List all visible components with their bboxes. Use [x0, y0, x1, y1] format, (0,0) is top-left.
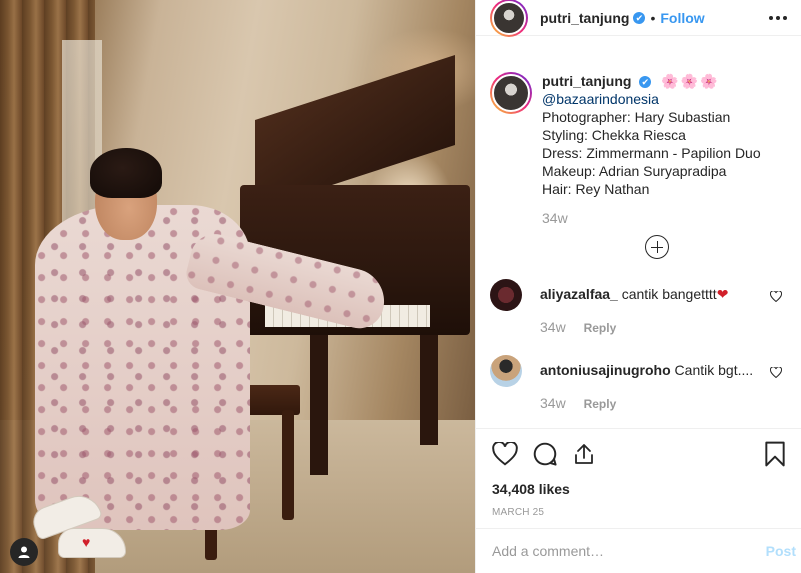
photo-shoe-heart: ♥: [82, 534, 91, 550]
tagged-user-button[interactable]: [10, 538, 38, 566]
comment-text: Cantik bgt....: [674, 362, 754, 378]
caption-line-photographer: Photographer: Hary Subastian: [542, 109, 731, 125]
post-actions: 34,408 likes MARCH 25: [476, 428, 801, 528]
caption-author-avatar[interactable]: [490, 72, 532, 114]
comment-icon[interactable]: [532, 441, 558, 467]
follow-button[interactable]: Follow: [660, 10, 704, 26]
caption: putri_tanjung ✔ 🌸🌸🌸 @bazaarindonesia Pho…: [490, 72, 786, 198]
more-options-icon[interactable]: [769, 15, 787, 20]
reply-button[interactable]: Reply: [584, 321, 617, 335]
add-comment-bar: Post: [476, 528, 801, 573]
bookmark-icon[interactable]: [764, 441, 786, 467]
caption-line-dress: Dress: Zimmermann - Papilion Duo: [542, 145, 761, 161]
likes-count[interactable]: 34,408 likes: [492, 481, 786, 497]
comment-time: 34w: [540, 395, 566, 411]
author-avatar[interactable]: [490, 0, 528, 37]
load-more-comments-icon[interactable]: [645, 235, 669, 259]
photo-piano-leg: [420, 335, 438, 445]
action-bar: [492, 439, 786, 469]
comment-text: cantik bangetttt: [621, 286, 717, 302]
user-icon: [18, 546, 30, 558]
caption-text: putri_tanjung ✔ 🌸🌸🌸 @bazaarindonesia Pho…: [542, 72, 761, 198]
reply-button[interactable]: Reply: [584, 397, 617, 411]
caption-time: 34w: [542, 210, 568, 226]
verified-badge-icon: ✔: [639, 76, 652, 89]
comment-body: aliyazalfaa_ cantik bangetttt❤: [540, 279, 728, 303]
comment-meta: 34w Reply: [540, 319, 728, 335]
like-heart-icon[interactable]: [492, 442, 518, 466]
post-comment-button[interactable]: Post: [766, 543, 796, 559]
post-photo[interactable]: ♥: [0, 0, 475, 573]
post-header: putri_tanjung ✔ • Follow: [476, 0, 801, 37]
like-comment-heart-icon[interactable]: [769, 365, 783, 381]
caption-username[interactable]: putri_tanjung: [542, 73, 631, 89]
caption-mention[interactable]: @bazaarindonesia: [542, 90, 761, 108]
share-icon[interactable]: [572, 442, 596, 466]
commenter-avatar[interactable]: [490, 279, 522, 311]
like-comment-heart-icon[interactable]: [769, 289, 783, 305]
photo-shoe: [58, 528, 126, 558]
comment-meta: 34w Reply: [540, 395, 753, 411]
post-date: MARCH 25: [492, 507, 545, 518]
comment-input[interactable]: [492, 543, 766, 559]
caption-line-hair: Hair: Rey Nathan: [542, 181, 650, 197]
commenter-username[interactable]: aliyazalfaa_: [540, 286, 618, 302]
comment-item: aliyazalfaa_ cantik bangetttt❤ 34w Reply: [490, 279, 786, 335]
comments-section[interactable]: putri_tanjung ✔ 🌸🌸🌸 @bazaarindonesia Pho…: [476, 52, 801, 428]
comment-time: 34w: [540, 319, 566, 335]
commenter-username[interactable]: antoniusajinugroho: [540, 362, 671, 378]
caption-line-makeup: Makeup: Adrian Suryapradipa: [542, 163, 727, 179]
broken-heart-emoji: ❤: [716, 286, 729, 302]
caption-line-styling: Styling: Chekka Riesca: [542, 127, 686, 143]
commenter-avatar[interactable]: [490, 355, 522, 387]
author-username[interactable]: putri_tanjung: [540, 10, 629, 26]
verified-badge-icon: ✔: [633, 11, 646, 24]
comment-item: antoniusajinugroho Cantik bgt.... 34w Re…: [490, 355, 786, 411]
photo-hair: [90, 148, 162, 198]
separator-dot: •: [650, 9, 656, 26]
comment-body: antoniusajinugroho Cantik bgt....: [540, 355, 753, 379]
flower-emoji: 🌸🌸🌸: [661, 73, 720, 89]
photo-piano-leg: [310, 335, 328, 475]
photo-bench-leg: [282, 410, 294, 520]
post-details-panel: putri_tanjung ✔ • Follow putri_tanjung ✔…: [475, 0, 801, 573]
